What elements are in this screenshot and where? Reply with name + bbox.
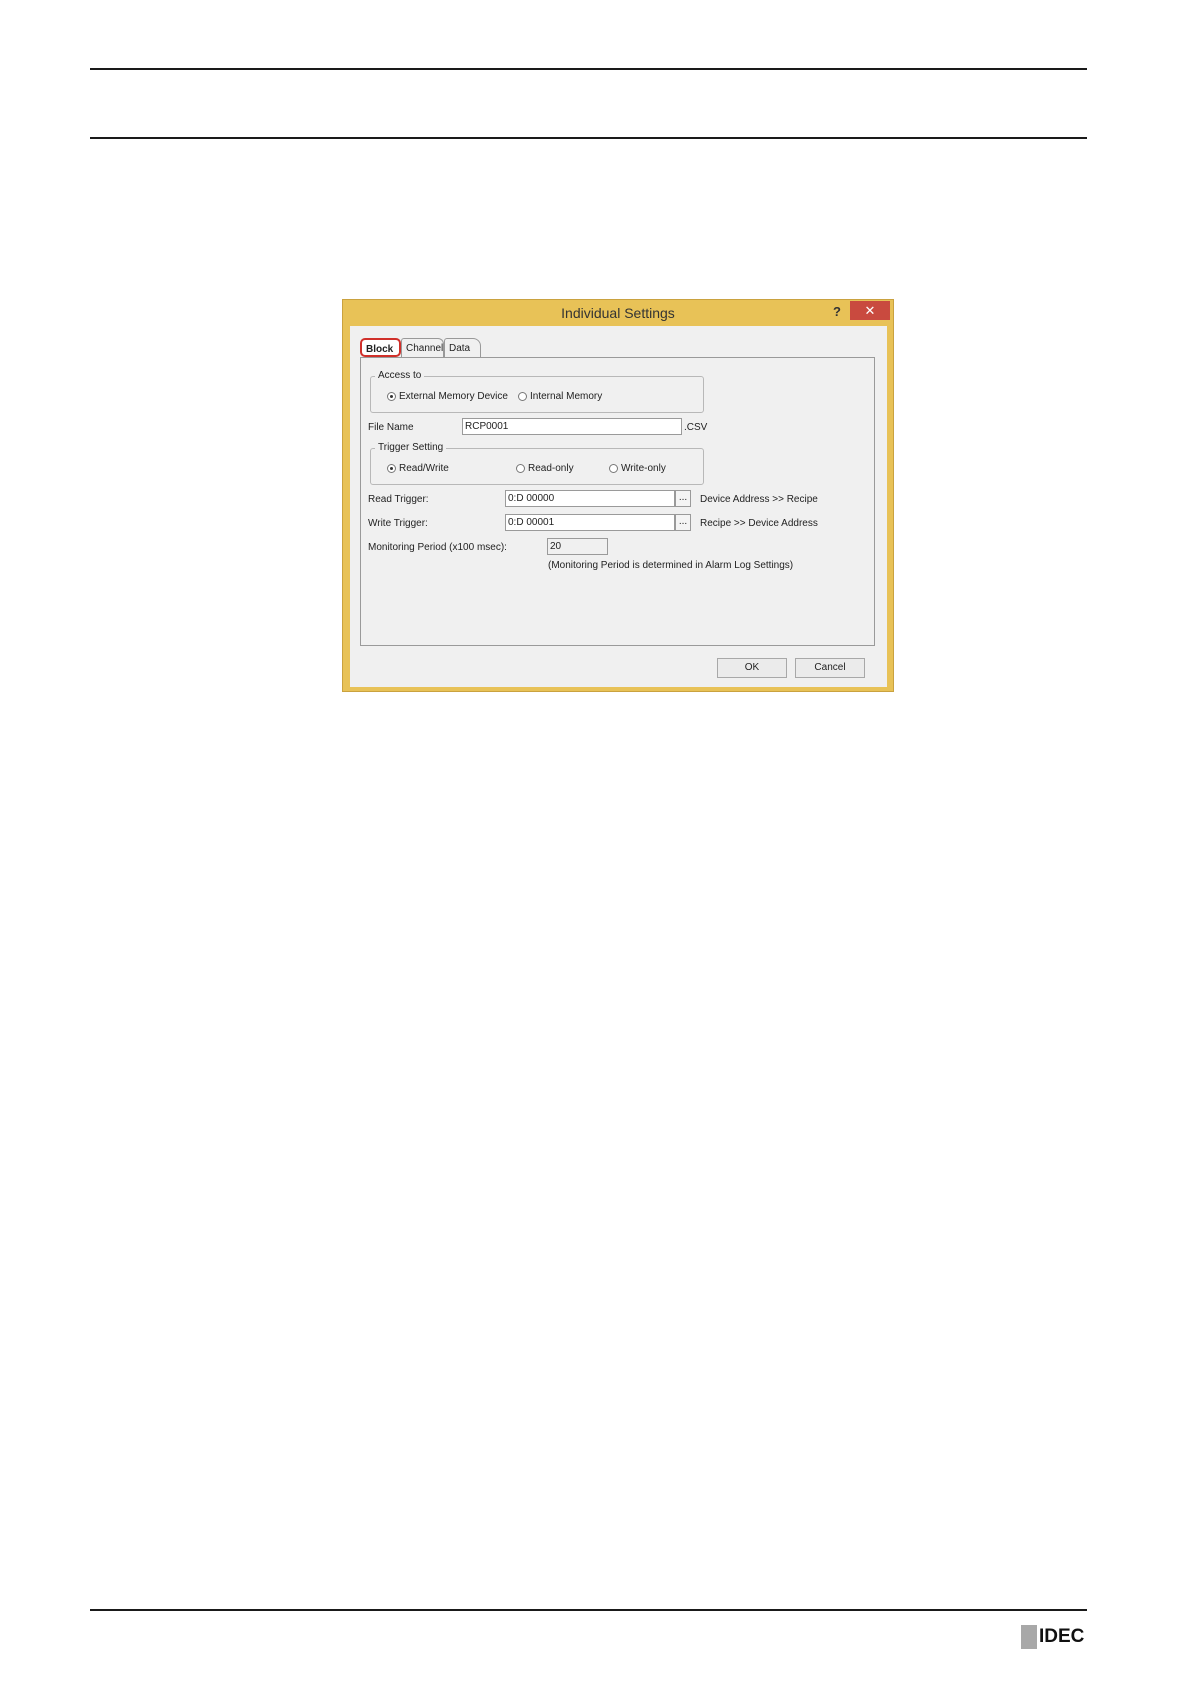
read-trigger-note: Device Address >> Recipe bbox=[700, 494, 818, 505]
trigger-setting-group: Trigger Setting Read/Write Read-only Wri… bbox=[370, 442, 704, 485]
monitoring-period-label: Monitoring Period (x100 msec): bbox=[368, 542, 507, 553]
radio-write-only[interactable]: Write-only bbox=[609, 463, 666, 475]
trigger-setting-label: Trigger Setting bbox=[375, 442, 447, 454]
read-trigger-browse-button[interactable]: ... bbox=[675, 490, 691, 507]
file-name-label: File Name bbox=[368, 422, 414, 433]
write-trigger-note: Recipe >> Device Address bbox=[700, 518, 818, 529]
radio-unselected-icon bbox=[516, 464, 525, 473]
read-trigger-label: Read Trigger: bbox=[368, 494, 429, 505]
idec-logo: IDEC bbox=[1021, 1625, 1089, 1651]
monitoring-period-input: 20 bbox=[547, 538, 608, 555]
radio-selected-icon bbox=[387, 464, 396, 473]
access-to-group: Access to External Memory Device Interna… bbox=[370, 370, 704, 413]
file-extension-label: .CSV bbox=[684, 422, 708, 433]
monitoring-period-note: (Monitoring Period is determined in Alar… bbox=[548, 560, 794, 571]
footer-rule bbox=[90, 1609, 1087, 1611]
file-name-input[interactable]: RCP0001 bbox=[462, 418, 682, 435]
individual-settings-dialog: Individual Settings ? ✕ Channel Data Acc… bbox=[342, 299, 894, 692]
help-button[interactable]: ? bbox=[824, 302, 850, 322]
write-trigger-label: Write Trigger: bbox=[368, 518, 428, 529]
ok-button[interactable]: OK bbox=[717, 658, 787, 678]
dialog-client-area: Channel Data Access to External Memory D… bbox=[350, 326, 887, 687]
logo-text: IDEC bbox=[1039, 1626, 1085, 1647]
radio-external-memory-device[interactable]: External Memory Device bbox=[387, 391, 508, 403]
write-trigger-input[interactable]: 0:D 00001 bbox=[505, 514, 675, 531]
dialog-title: Individual Settings bbox=[561, 305, 675, 321]
tab-block[interactable]: Block bbox=[360, 338, 401, 357]
header-rule-bottom bbox=[90, 137, 1087, 139]
header-rule-top bbox=[90, 68, 1087, 70]
tab-panel-block: Access to External Memory Device Interna… bbox=[360, 357, 875, 646]
radio-read-only[interactable]: Read-only bbox=[516, 463, 574, 475]
radio-read-write[interactable]: Read/Write bbox=[387, 463, 449, 475]
write-trigger-browse-button[interactable]: ... bbox=[675, 514, 691, 531]
radio-unselected-icon bbox=[518, 392, 527, 401]
tab-data[interactable]: Data bbox=[444, 338, 481, 357]
tab-channel[interactable]: Channel bbox=[401, 338, 444, 357]
access-to-label: Access to bbox=[375, 370, 425, 382]
close-button[interactable]: ✕ bbox=[850, 301, 890, 320]
cancel-button[interactable]: Cancel bbox=[795, 658, 865, 678]
logo-mark-icon bbox=[1021, 1625, 1037, 1649]
radio-unselected-icon bbox=[609, 464, 618, 473]
dialog-titlebar[interactable]: Individual Settings ? ✕ bbox=[343, 300, 893, 326]
radio-selected-icon bbox=[387, 392, 396, 401]
read-trigger-input[interactable]: 0:D 00000 bbox=[505, 490, 675, 507]
radio-internal-memory[interactable]: Internal Memory bbox=[518, 391, 602, 403]
